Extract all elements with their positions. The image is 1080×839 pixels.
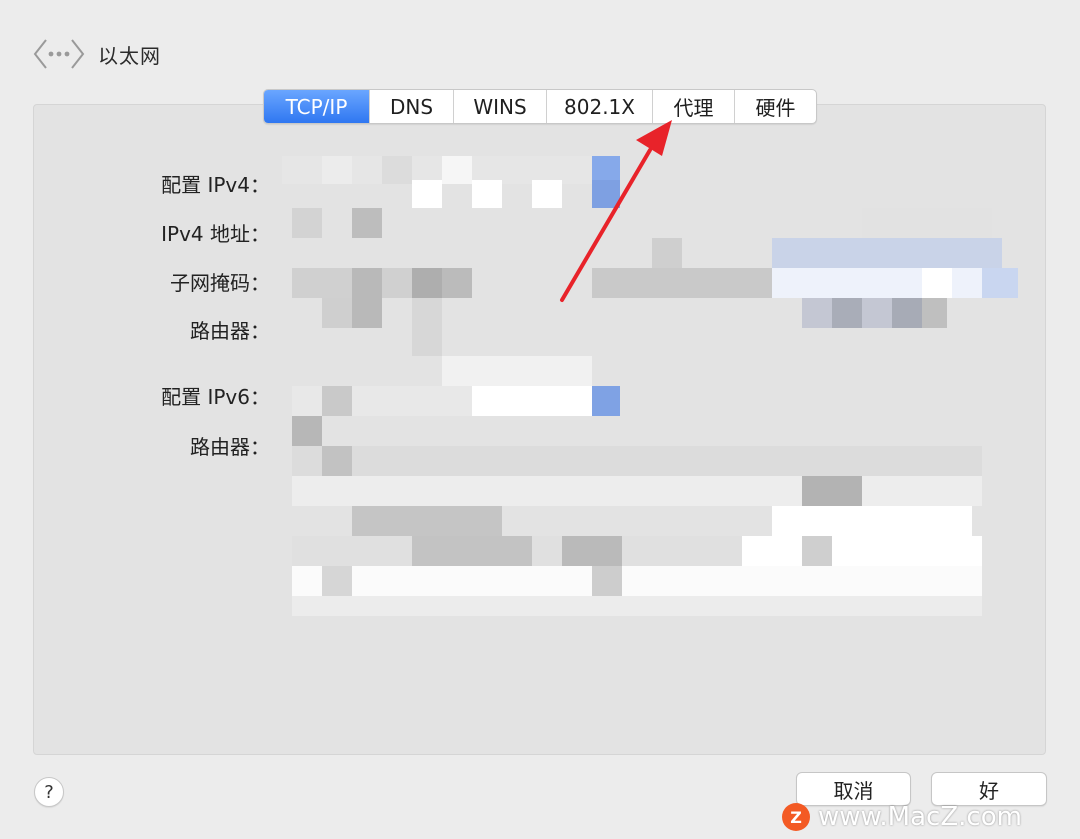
tab-wins[interactable]: WINS (454, 90, 547, 123)
config-ipv6-label: 配置 IPv6： (161, 385, 270, 409)
network-dots-icon[interactable] (32, 34, 86, 74)
tab-tcpip[interactable]: TCP/IP (264, 90, 370, 123)
tab-bar: TCP/IP DNS WINS 802.1X 代理 硬件 (263, 89, 817, 124)
field-labels: 配置 IPv4： IPv4 地址： 子网掩码： 路由器： 配置 IPv6： 路由… (120, 0, 270, 839)
router-v6-label: 路由器： (190, 435, 270, 459)
redacted-values (282, 150, 1022, 620)
tab-8021x[interactable]: 802.1X (547, 90, 653, 123)
tab-dns[interactable]: DNS (370, 90, 454, 123)
subnet-mask-label: 子网掩码： (170, 271, 270, 295)
tab-proxy[interactable]: 代理 (653, 90, 735, 123)
watermark: Z www.MacZ.com (782, 800, 1022, 834)
ipv4-address-label: IPv4 地址： (161, 222, 270, 246)
tab-hardware[interactable]: 硬件 (735, 90, 816, 123)
macz-logo-icon: Z (782, 803, 810, 831)
router-v4-label: 路由器： (190, 319, 270, 343)
help-button[interactable]: ? (34, 777, 64, 807)
watermark-text: www.MacZ.com (818, 802, 1022, 832)
config-ipv4-label: 配置 IPv4： (161, 173, 270, 197)
